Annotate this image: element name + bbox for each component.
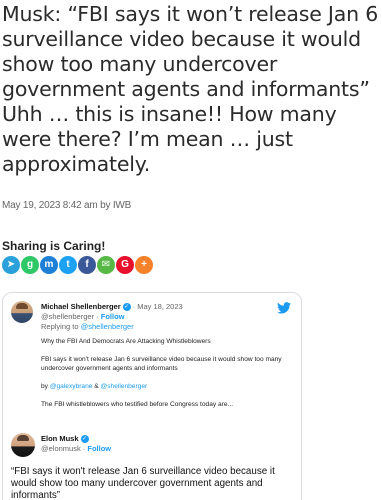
share-buttons: ➤ g m t f ✉ G + xyxy=(2,256,153,274)
replying-to-link[interactable]: @shellenberger xyxy=(81,322,134,331)
share-more-icon[interactable]: + xyxy=(135,256,153,274)
share-gab-icon[interactable]: g xyxy=(21,256,39,274)
share-twitter-icon[interactable]: t xyxy=(59,256,77,274)
author-link-shellenberger[interactable]: @shellenberger xyxy=(101,383,148,390)
main-follow-link[interactable]: Follow xyxy=(87,444,111,453)
main-handle[interactable]: @elonmusk xyxy=(41,444,81,453)
avatar[interactable] xyxy=(11,433,35,457)
article-byline: May 19, 2023 8:42 am by IWB xyxy=(2,200,132,211)
quoted-tweet-body: Why the FBI And Democrats Are Attacking … xyxy=(41,337,291,418)
quoted-line-by: by @galexybrane & @shellenberger xyxy=(41,382,291,391)
author-link-galexybrane[interactable]: @galexybrane xyxy=(50,383,93,390)
twitter-logo-icon[interactable] xyxy=(277,301,291,314)
main-tweet-header: Elon Musk ✓ @elonmusk · Follow xyxy=(41,434,111,454)
share-facebook-icon[interactable]: f xyxy=(78,256,96,274)
by-prefix: by xyxy=(41,383,48,390)
main-tweet-text: “FBI says it won't release Jan 6 surveil… xyxy=(11,466,275,500)
quoted-date[interactable]: May 18, 2023 xyxy=(137,302,182,311)
article-headline: Musk: “FBI says it won’t release Jan 6 s… xyxy=(2,2,379,176)
embedded-tweet[interactable]: Michael Shellenberger ✓ · May 18, 2023 @sh… xyxy=(2,292,302,500)
main-author-name[interactable]: Elon Musk xyxy=(41,434,79,443)
quoted-follow-link[interactable]: Follow xyxy=(101,312,125,321)
share-mewe-icon[interactable]: m xyxy=(40,256,58,274)
share-email-icon[interactable]: ✉ xyxy=(97,256,115,274)
separator-dot: · xyxy=(94,312,101,321)
share-gettr-icon[interactable]: G xyxy=(116,256,134,274)
quoted-line-title: Why the FBI And Democrats Are Attacking … xyxy=(41,338,211,345)
quoted-line-whistleblowers: The FBI whistleblowers who testified bef… xyxy=(41,401,234,408)
replying-to-prefix: Replying to xyxy=(41,322,79,331)
quoted-author-name[interactable]: Michael Shellenberger xyxy=(41,302,121,311)
ampersand: & xyxy=(94,383,99,390)
avatar[interactable] xyxy=(11,301,33,323)
share-title: Sharing is Caring! xyxy=(2,239,106,253)
quoted-tweet-header: Michael Shellenberger ✓ · May 18, 2023 @sh… xyxy=(41,302,296,332)
quoted-line-fbi: FBI says it won't release Jan 6 surveill… xyxy=(41,356,282,372)
verified-badge-icon: ✓ xyxy=(122,303,131,312)
verified-badge-icon: ✓ xyxy=(80,435,89,444)
share-telegram-icon[interactable]: ➤ xyxy=(2,256,20,274)
quoted-handle[interactable]: @shellenberger xyxy=(41,312,94,321)
